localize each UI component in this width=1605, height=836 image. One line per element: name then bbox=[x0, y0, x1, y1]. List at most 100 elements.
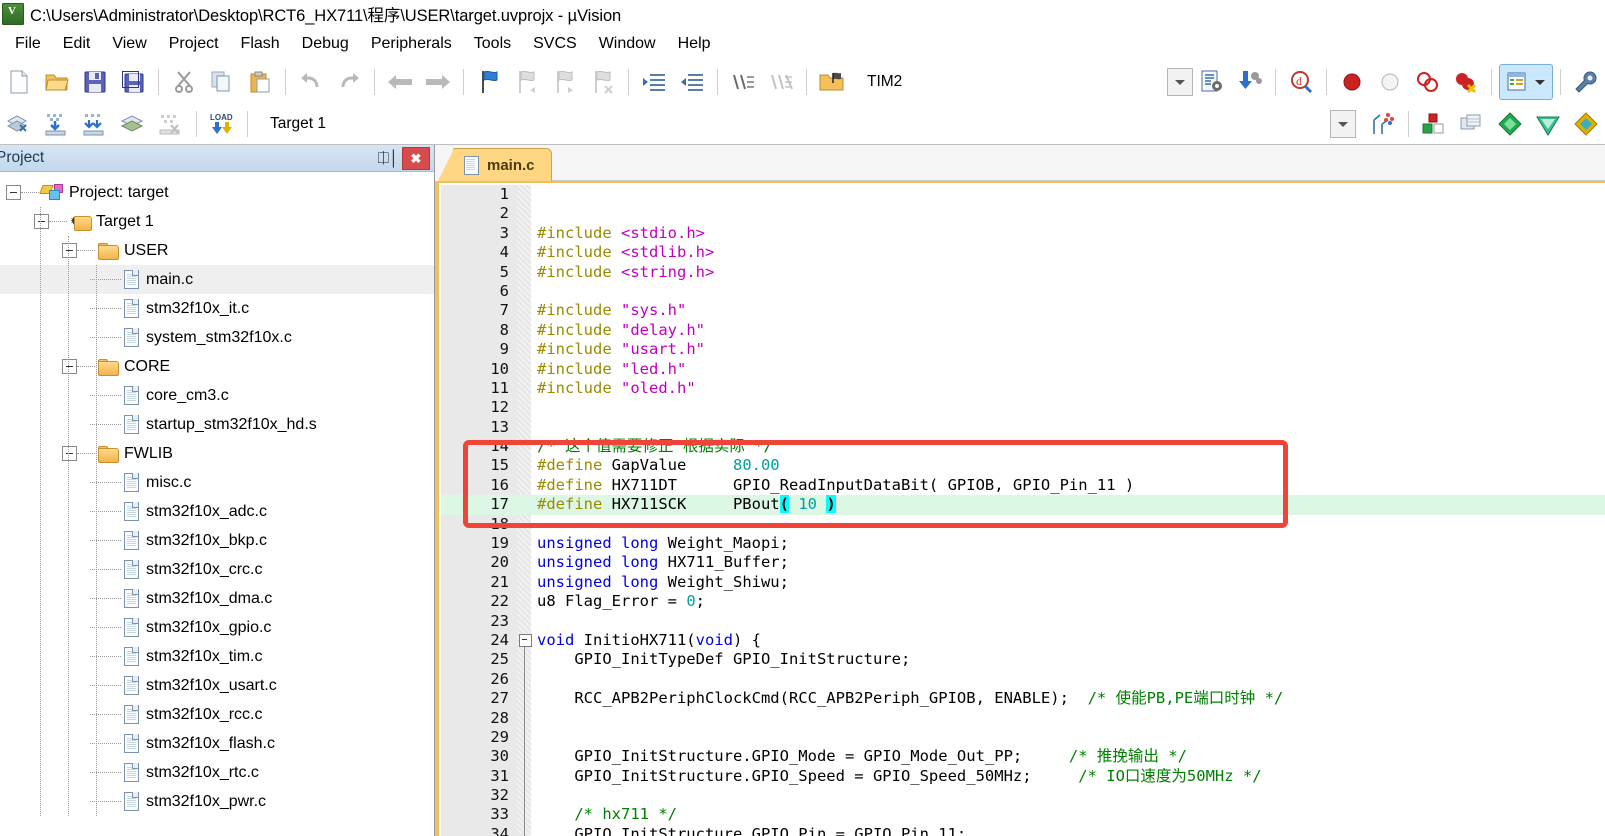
manage-run-time-environment-icon[interactable] bbox=[1416, 106, 1452, 142]
tree-item-project-target[interactable]: Project: target bbox=[0, 178, 434, 207]
tree-item-stm32f10x-adc-c[interactable]: stm32f10x_adc.c bbox=[0, 497, 434, 526]
start-debug-session-icon[interactable]: d bbox=[1283, 64, 1319, 100]
code-line[interactable]: 9 #include "usart.h" bbox=[441, 340, 1605, 359]
tree-item-stm32f10x-dma-c[interactable]: stm32f10x_dma.c bbox=[0, 584, 434, 613]
tree-item-stm32f10x-crc-c[interactable]: stm32f10x_crc.c bbox=[0, 555, 434, 584]
function-browse-icon[interactable] bbox=[814, 64, 850, 100]
menu-item-debug[interactable]: Debug bbox=[291, 33, 360, 55]
code-line[interactable]: 32 bbox=[441, 786, 1605, 805]
tree-item-stm32f10x-bkp-c[interactable]: stm32f10x_bkp.c bbox=[0, 526, 434, 555]
function-combo-dropdown-arrow[interactable] bbox=[1167, 68, 1193, 96]
code-line[interactable]: 20 unsigned long HX711_Buffer; bbox=[441, 553, 1605, 572]
open-file-icon[interactable] bbox=[39, 64, 75, 100]
configure-target-icon[interactable] bbox=[1194, 64, 1230, 100]
navigate-forward-icon[interactable] bbox=[420, 64, 456, 100]
target-options-icon[interactable] bbox=[1365, 106, 1401, 142]
code-line[interactable]: 11 #include "oled.h" bbox=[441, 379, 1605, 398]
tree-item-target-1[interactable]: ✹Target 1 bbox=[0, 207, 434, 236]
component-green-icon[interactable] bbox=[1492, 106, 1528, 142]
code-line[interactable]: 23 bbox=[441, 612, 1605, 631]
save-all-icon[interactable] bbox=[115, 64, 151, 100]
stop-build-icon[interactable] bbox=[153, 106, 189, 142]
menu-item-file[interactable]: File bbox=[4, 33, 52, 55]
pin-icon[interactable]: ⎅│ bbox=[377, 148, 398, 168]
navigate-back-icon[interactable] bbox=[382, 64, 418, 100]
code-line[interactable]: 30 GPIO_InitStructure.GPIO_Mode = GPIO_M… bbox=[441, 747, 1605, 766]
menu-item-svcs[interactable]: SVCS bbox=[522, 33, 588, 55]
code-line[interactable]: 34 GPIO_InitStructure.GPIO_Pin = GPIO_Pi… bbox=[441, 825, 1605, 836]
code-line[interactable]: 29 bbox=[441, 728, 1605, 747]
code-line[interactable]: 1 bbox=[441, 185, 1605, 204]
tree-item-core[interactable]: CORE bbox=[0, 352, 434, 381]
code-line[interactable]: 4 #include <stdlib.h> bbox=[441, 243, 1605, 262]
target-combo-dropdown-arrow[interactable] bbox=[1330, 110, 1356, 138]
tree-item-stm32f10x-it-c[interactable]: stm32f10x_it.c bbox=[0, 294, 434, 323]
code-line[interactable]: 14 /* 这个值需要修正 根据实际 */ bbox=[441, 437, 1605, 456]
cut-icon[interactable] bbox=[166, 64, 202, 100]
copy-icon[interactable] bbox=[204, 64, 240, 100]
code-editor[interactable]: 1 2 3 #include <stdio.h> 4 #include <stdlib.h… bbox=[441, 185, 1605, 836]
tree-item-core-cm3-c[interactable]: core_cm3.c bbox=[0, 381, 434, 410]
tree-item-startup-stm32f10x-hd-s[interactable]: startup_stm32f10x_hd.s bbox=[0, 410, 434, 439]
indent-decrease-icon[interactable] bbox=[674, 64, 710, 100]
paste-icon[interactable] bbox=[242, 64, 278, 100]
batch-build-icon[interactable] bbox=[115, 106, 151, 142]
menu-item-flash[interactable]: Flash bbox=[230, 33, 291, 55]
undo-icon[interactable] bbox=[293, 64, 329, 100]
menu-item-tools[interactable]: Tools bbox=[463, 33, 522, 55]
code-line[interactable]: 3 #include <stdio.h> bbox=[441, 224, 1605, 243]
comment-lines-icon[interactable] bbox=[725, 64, 761, 100]
component-multi-icon[interactable] bbox=[1568, 106, 1604, 142]
menu-item-edit[interactable]: Edit bbox=[52, 33, 102, 55]
tree-item-user[interactable]: USER bbox=[0, 236, 434, 265]
pack-installer-icon[interactable] bbox=[1454, 106, 1490, 142]
code-line[interactable]: 33 /* hx711 */ bbox=[441, 805, 1605, 825]
code-line[interactable]: 27 RCC_APB2PeriphClockCmd(RCC_APB2Periph… bbox=[441, 689, 1605, 708]
tree-item-stm32f10x-rtc-c[interactable]: stm32f10x_rtc.c bbox=[0, 758, 434, 787]
tree-item-misc-c[interactable]: misc.c bbox=[0, 468, 434, 497]
remove-breakpoint-icon[interactable] bbox=[1372, 64, 1408, 100]
component-teal-icon[interactable] bbox=[1530, 106, 1566, 142]
download-icon[interactable]: LOAD bbox=[204, 106, 240, 142]
uncomment-lines-icon[interactable] bbox=[763, 64, 799, 100]
bookmark-clear-icon[interactable] bbox=[585, 64, 621, 100]
configuration-wizard-icon[interactable] bbox=[1568, 64, 1604, 100]
new-file-icon[interactable] bbox=[1, 64, 37, 100]
code-line[interactable]: 12 bbox=[441, 398, 1605, 417]
code-line[interactable]: 28 bbox=[441, 709, 1605, 728]
tree-item-stm32f10x-rcc-c[interactable]: stm32f10x_rcc.c bbox=[0, 700, 434, 729]
indent-increase-icon[interactable] bbox=[636, 64, 672, 100]
tree-item-system-stm32f10x-c[interactable]: system_stm32f10x.c bbox=[0, 323, 434, 352]
kill-all-breakpoints-icon[interactable] bbox=[1448, 64, 1484, 100]
code-line[interactable]: 24 void InitioHX711(void) { bbox=[441, 631, 1605, 650]
function-combo[interactable]: TIM2 bbox=[857, 69, 912, 95]
tree-expander-collapse-icon[interactable] bbox=[62, 243, 77, 258]
tree-item-stm32f10x-pwr-c[interactable]: stm32f10x_pwr.c bbox=[0, 787, 434, 816]
code-line[interactable]: 15 #define GapValue 80.00 bbox=[441, 456, 1605, 475]
build-target-icon[interactable] bbox=[39, 106, 75, 142]
fold-collapse-icon[interactable] bbox=[519, 633, 532, 647]
translate-file-icon[interactable] bbox=[1, 106, 37, 142]
code-line[interactable]: 7 #include "sys.h" bbox=[441, 301, 1605, 320]
bookmark-next-icon[interactable] bbox=[547, 64, 583, 100]
menu-item-project[interactable]: Project bbox=[158, 33, 230, 55]
bookmark-toggle-icon[interactable] bbox=[471, 64, 507, 100]
insert-breakpoint-icon[interactable] bbox=[1334, 64, 1370, 100]
enable-disable-breakpoint-icon[interactable] bbox=[1410, 64, 1446, 100]
tree-expander-collapse-icon[interactable] bbox=[6, 185, 21, 200]
tree-expander-collapse-icon[interactable] bbox=[62, 359, 77, 374]
code-line[interactable]: 18 bbox=[441, 515, 1605, 534]
tree-item-stm32f10x-gpio-c[interactable]: stm32f10x_gpio.c bbox=[0, 613, 434, 642]
code-line[interactable]: 8 #include "delay.h" bbox=[441, 321, 1605, 340]
code-line[interactable]: 26 bbox=[441, 670, 1605, 689]
save-icon[interactable] bbox=[77, 64, 113, 100]
menu-item-window[interactable]: Window bbox=[588, 33, 667, 55]
code-line[interactable]: 17 #define HX711SCK PBout( 10 ) bbox=[441, 495, 1605, 515]
code-line[interactable]: 21 unsigned long Weight_Shiwu; bbox=[441, 573, 1605, 592]
close-icon[interactable]: ✖ bbox=[402, 147, 430, 170]
tree-item-fwlib[interactable]: FWLIB bbox=[0, 439, 434, 468]
tree-item-stm32f10x-tim-c[interactable]: stm32f10x_tim.c bbox=[0, 642, 434, 671]
code-line[interactable]: 22 u8 Flag_Error = 0; bbox=[441, 592, 1605, 611]
code-line[interactable]: 13 bbox=[441, 418, 1605, 437]
code-line[interactable]: 5 #include <string.h> bbox=[441, 263, 1605, 282]
